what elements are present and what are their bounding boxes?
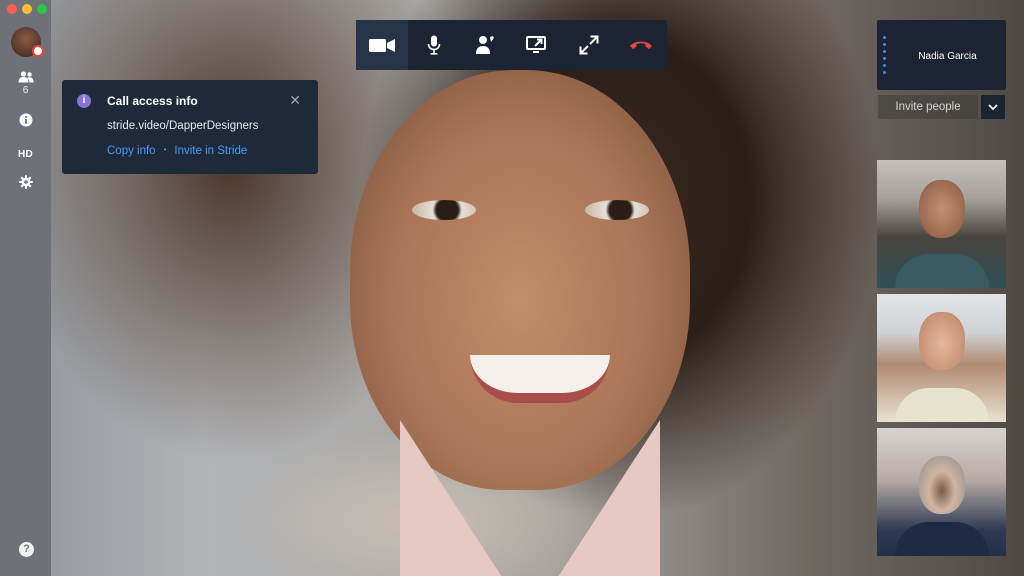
left-sidebar: 6 HD ? [0, 0, 51, 576]
fullscreen-button[interactable] [563, 20, 615, 70]
people-icon [18, 71, 33, 83]
gear-icon [18, 175, 33, 189]
participant-2-head [919, 312, 965, 370]
invite-options-dropdown[interactable] [981, 95, 1005, 119]
raise-hand-button[interactable] [460, 20, 512, 70]
invite-people-button[interactable]: Invite people [878, 95, 978, 119]
screen-share-icon [526, 36, 547, 53]
participant-2-body [895, 388, 989, 422]
close-icon[interactable]: ✕ [289, 93, 301, 107]
main-speaker-eye-right [585, 200, 649, 220]
call-toolbar [356, 20, 667, 70]
expand-icon [579, 35, 599, 55]
participant-3-head [919, 456, 965, 514]
separator-dot: • [163, 145, 167, 154]
settings-button[interactable] [0, 175, 51, 189]
help-button[interactable]: ? [19, 542, 34, 557]
maximize-window-button[interactable] [37, 4, 47, 14]
hang-up-button[interactable] [615, 20, 667, 70]
call-access-info-panel: i Call access info ✕ stride.video/Dapper… [62, 80, 318, 174]
hd-label: HD [17, 149, 34, 160]
participant-3-body [895, 522, 989, 556]
copy-info-link[interactable]: Copy info [107, 145, 156, 157]
person-raise-hand-icon [476, 36, 495, 54]
participant-video-1[interactable] [877, 160, 1006, 288]
participant-video-3[interactable] [877, 428, 1006, 556]
info-icon: i [77, 94, 91, 108]
participant-count: 6 [22, 85, 29, 96]
status-badge [32, 45, 44, 57]
panel-actions: Copy info • Invite in Stride [107, 145, 247, 157]
panel-title: Call access info [107, 94, 198, 108]
camera-toggle-button[interactable] [356, 20, 408, 70]
speaker-roster[interactable]: Nadia Garcia [877, 20, 1006, 90]
hd-toggle[interactable]: HD [0, 144, 51, 162]
participants-button[interactable]: 6 [0, 71, 51, 96]
screen-share-button[interactable] [511, 20, 563, 70]
minimize-window-button[interactable] [22, 4, 32, 14]
info-icon [19, 113, 32, 127]
invite-in-stride-link[interactable]: Invite in Stride [174, 145, 247, 157]
video-camera-icon [368, 38, 395, 52]
participant-video-2[interactable] [877, 294, 1006, 422]
window-controls [7, 4, 47, 14]
microphone-icon [427, 35, 440, 55]
phone-hangup-icon [629, 41, 652, 49]
main-speaker-eye-left [412, 200, 476, 220]
call-url: stride.video/DapperDesigners [107, 120, 259, 132]
chevron-down-icon [988, 103, 998, 110]
call-info-button[interactable] [0, 113, 51, 127]
close-window-button[interactable] [7, 4, 17, 14]
microphone-toggle-button[interactable] [408, 20, 460, 70]
participant-1-body [895, 254, 989, 288]
current-speaker-name: Nadia Garcia [918, 51, 977, 62]
participant-1-head [919, 180, 965, 238]
